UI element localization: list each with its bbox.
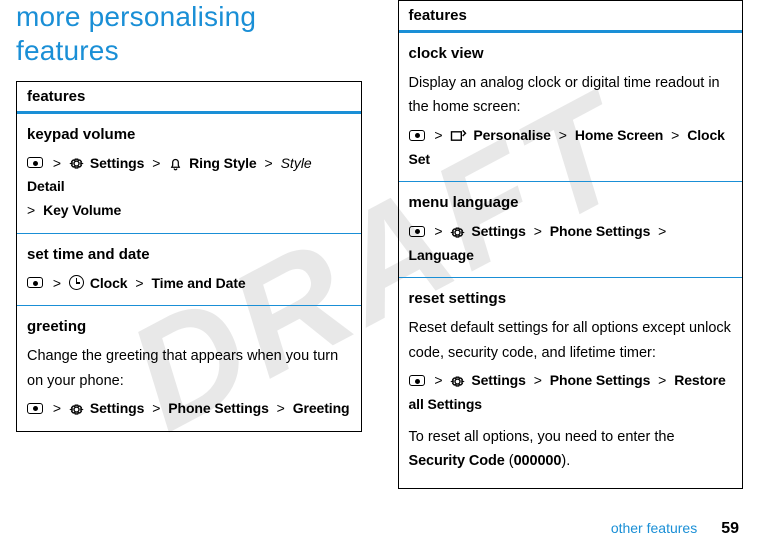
right-column: features clock view Display an analog cl…: [398, 0, 744, 489]
feature-path: > Settings > Phone Settings > Restore al…: [409, 369, 733, 417]
path-part: Settings: [471, 372, 525, 388]
chevron-right-icon: >: [534, 372, 542, 388]
path-part: Phone Settings: [550, 372, 651, 388]
chevron-right-icon: >: [434, 127, 442, 143]
gear-icon: [69, 402, 84, 417]
chevron-right-icon: >: [27, 202, 35, 218]
feature-name: set time and date: [27, 242, 351, 268]
chevron-right-icon: >: [434, 372, 442, 388]
feature-row: keypad volume > Settings > Ring Style > …: [17, 113, 361, 233]
gear-icon: [450, 374, 465, 389]
feature-row: reset settings Reset default settings fo…: [399, 277, 743, 488]
chevron-right-icon: >: [559, 127, 567, 143]
post-bold: 000000: [514, 453, 562, 469]
feature-path: > Settings > Ring Style > Style Detail >…: [27, 152, 351, 223]
chevron-right-icon: >: [434, 223, 442, 239]
menu-key-icon: [409, 130, 425, 141]
chevron-right-icon: >: [53, 275, 61, 291]
chevron-right-icon: >: [152, 400, 160, 416]
path-part: Settings: [90, 155, 144, 171]
menu-key-icon: [27, 157, 43, 168]
feature-name: keypad volume: [27, 122, 351, 148]
bell-icon: [168, 156, 183, 171]
feature-desc: Display an analog clock or digital time …: [409, 71, 733, 120]
path-part: Phone Settings: [550, 223, 651, 239]
path-part: Time and Date: [151, 275, 245, 291]
post-text: ).: [561, 453, 570, 469]
menu-key-icon: [27, 277, 43, 288]
feature-name: greeting: [27, 314, 351, 340]
chevron-right-icon: >: [265, 155, 273, 171]
menu-key-icon: [409, 226, 425, 237]
footer: other features 59: [611, 520, 739, 538]
path-part: Detail: [27, 178, 65, 194]
features-table-left: features keypad volume > Settings > Ring…: [16, 81, 362, 432]
post-bold: Security Code: [409, 453, 505, 469]
chevron-right-icon: >: [671, 127, 679, 143]
chevron-right-icon: >: [534, 223, 542, 239]
feature-path: > Clock > Time and Date: [27, 272, 351, 296]
feature-row: set time and date > Clock > Time and Dat…: [17, 233, 361, 305]
feature-desc: Reset default settings for all options e…: [409, 316, 733, 365]
feature-row: menu language > Settings > Phone Setting…: [399, 181, 743, 277]
features-header: features: [399, 1, 743, 32]
path-part: Language: [409, 247, 474, 263]
personalise-icon: [450, 129, 467, 143]
feature-row: greeting Change the greeting that appear…: [17, 305, 361, 431]
feature-name: clock view: [409, 41, 733, 67]
clock-icon: [69, 275, 84, 290]
page-columns: more personalising features features key…: [0, 0, 759, 489]
path-style-word: Style: [281, 155, 312, 171]
menu-key-icon: [27, 403, 43, 414]
feature-path: > Settings > Phone Settings > Language: [409, 220, 733, 268]
feature-row: clock view Display an analog clock or di…: [399, 32, 743, 181]
chevron-right-icon: >: [53, 155, 61, 171]
feature-desc: Change the greeting that appears when yo…: [27, 344, 351, 393]
path-part: Settings: [471, 223, 525, 239]
chevron-right-icon: >: [658, 372, 666, 388]
path-part: Settings: [90, 400, 144, 416]
post-text: (: [505, 453, 514, 469]
path-part: Ring Style: [189, 155, 256, 171]
feature-path: > Settings > Phone Settings > Greeting: [27, 397, 351, 421]
gear-icon: [69, 156, 84, 171]
footer-label: other features: [611, 520, 697, 536]
path-part: Greeting: [293, 400, 350, 416]
section-title: more personalising features: [16, 0, 362, 67]
menu-key-icon: [409, 375, 425, 386]
chevron-right-icon: >: [135, 275, 143, 291]
feature-name: menu language: [409, 190, 733, 216]
path-part: Personalise: [473, 127, 551, 143]
features-header: features: [17, 82, 361, 113]
feature-post-desc: To reset all options, you need to enter …: [409, 425, 733, 474]
chevron-right-icon: >: [277, 400, 285, 416]
footer-page-number: 59: [721, 520, 739, 538]
post-text: To reset all options, you need to enter …: [409, 429, 675, 445]
chevron-right-icon: >: [658, 223, 666, 239]
feature-path: > Personalise > Home Screen > Clock Set: [409, 124, 733, 172]
chevron-right-icon: >: [152, 155, 160, 171]
feature-name: reset settings: [409, 286, 733, 312]
path-part: Key Volume: [43, 202, 121, 218]
left-column: more personalising features features key…: [16, 0, 362, 489]
path-part: Home Screen: [575, 127, 663, 143]
chevron-right-icon: >: [53, 400, 61, 416]
gear-icon: [450, 225, 465, 240]
path-part: Clock: [90, 275, 128, 291]
features-table-right: features clock view Display an analog cl…: [398, 0, 744, 489]
path-part: Phone Settings: [168, 400, 269, 416]
